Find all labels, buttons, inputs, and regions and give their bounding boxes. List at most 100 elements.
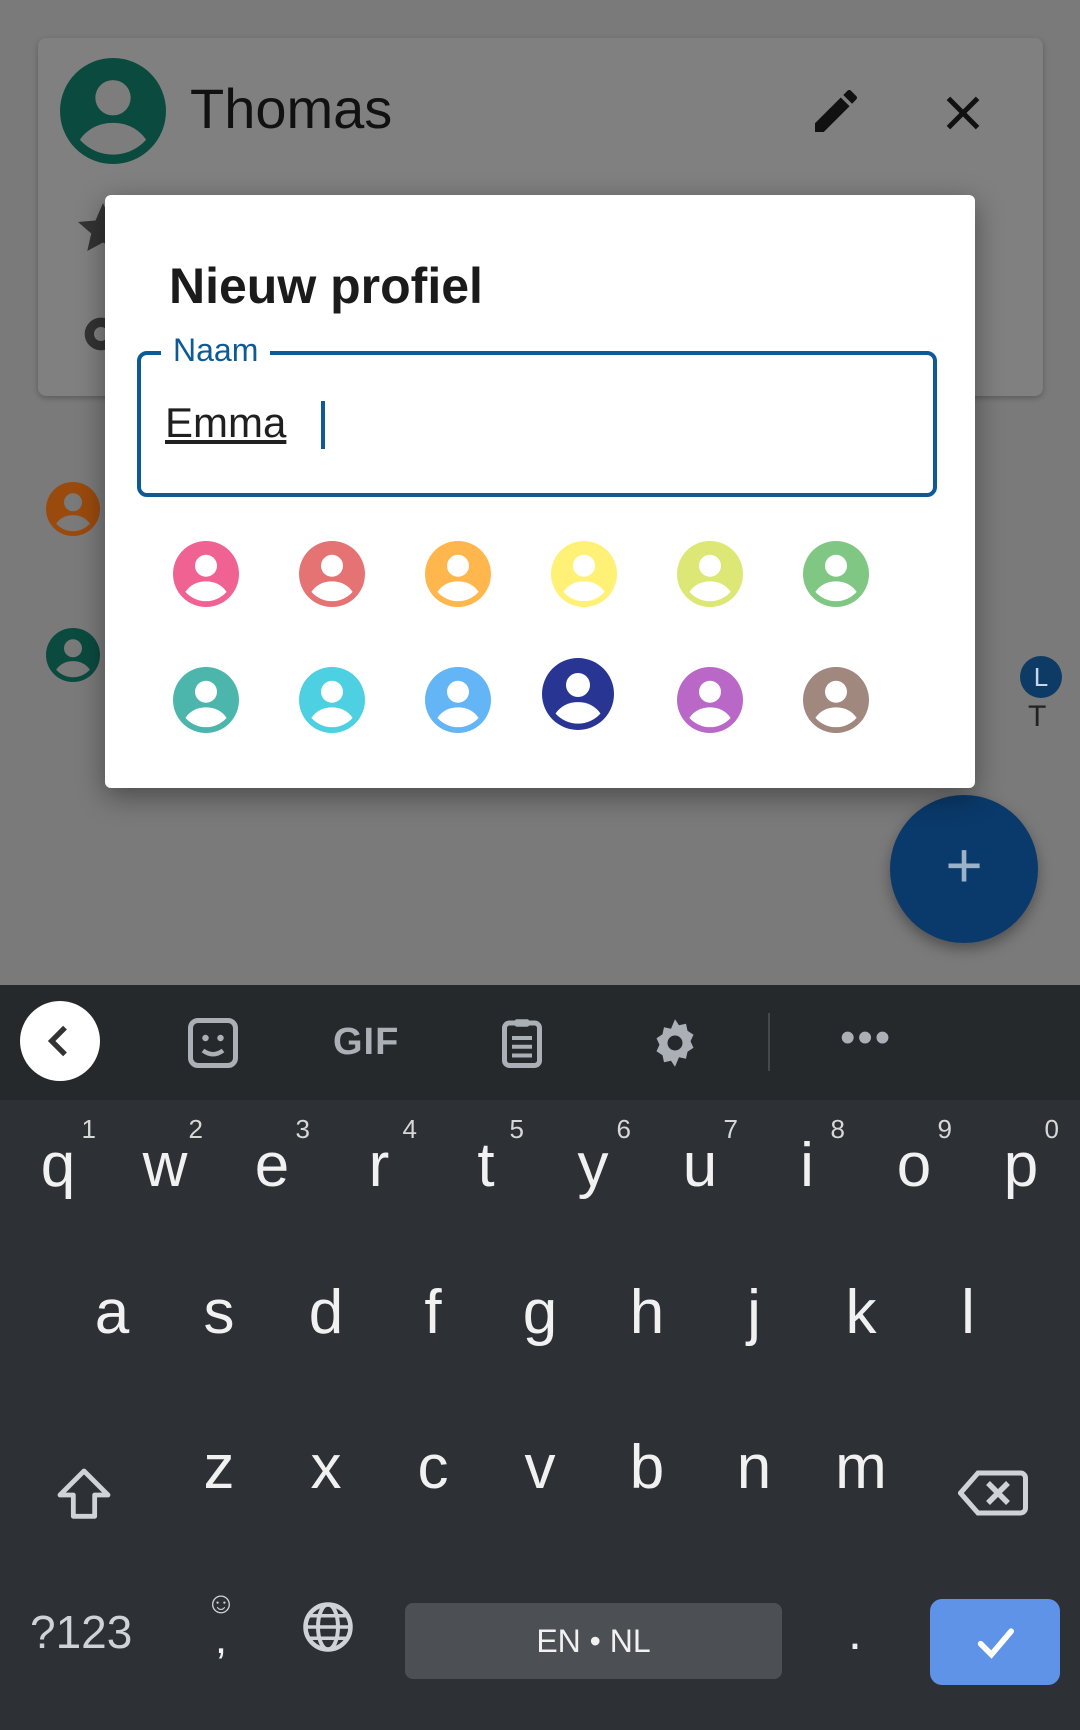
color-option-indigo-icon[interactable] bbox=[542, 658, 614, 730]
space-bar[interactable]: EN • NL bbox=[405, 1603, 782, 1679]
key-d[interactable]: d bbox=[276, 1255, 376, 1365]
key-b[interactable]: b bbox=[597, 1410, 697, 1520]
key-i[interactable]: i8 bbox=[757, 1108, 857, 1218]
color-option-brown-icon[interactable] bbox=[803, 667, 869, 733]
key-label: f bbox=[424, 1278, 442, 1347]
key-q[interactable]: q1 bbox=[8, 1108, 108, 1218]
color-option-red-icon[interactable] bbox=[299, 541, 365, 607]
key-label: b bbox=[629, 1433, 665, 1502]
key-r[interactable]: r4 bbox=[329, 1108, 429, 1218]
key-e[interactable]: e3 bbox=[222, 1108, 322, 1218]
key-label: a bbox=[94, 1278, 130, 1347]
key-hint: 9 bbox=[937, 1114, 952, 1144]
key-f[interactable]: f bbox=[383, 1255, 483, 1365]
key-label: m bbox=[835, 1433, 887, 1502]
backspace-icon[interactable] bbox=[958, 1465, 1028, 1521]
color-option-orange-icon[interactable] bbox=[425, 541, 491, 607]
checkmark-icon bbox=[977, 1628, 1014, 1659]
enter-button[interactable] bbox=[930, 1599, 1060, 1685]
key-h[interactable]: h bbox=[597, 1255, 697, 1365]
period-key[interactable]: . bbox=[848, 1603, 862, 1661]
key-o[interactable]: o9 bbox=[864, 1108, 964, 1218]
key-c[interactable]: c bbox=[383, 1410, 483, 1520]
key-label: n bbox=[736, 1433, 772, 1502]
key-hint: 3 bbox=[295, 1114, 310, 1144]
key-l[interactable]: l bbox=[918, 1255, 1018, 1365]
key-k[interactable]: k bbox=[811, 1255, 911, 1365]
profile-avatar-icon bbox=[60, 58, 166, 164]
key-m[interactable]: m bbox=[811, 1410, 911, 1520]
key-label: x bbox=[310, 1433, 342, 1502]
side-letter: T bbox=[1028, 700, 1047, 733]
comma-emoji-key[interactable]: ☺ , bbox=[196, 1589, 246, 1669]
more-options-button[interactable]: ••• bbox=[840, 1013, 892, 1063]
add-profile-button[interactable]: + bbox=[890, 795, 1038, 943]
globe-icon[interactable] bbox=[298, 1597, 358, 1657]
gif-button[interactable]: GIF bbox=[333, 1021, 399, 1064]
color-option-green-icon[interactable] bbox=[803, 541, 869, 607]
key-label: g bbox=[522, 1278, 558, 1347]
plus-icon: + bbox=[945, 829, 983, 901]
key-g[interactable]: g bbox=[490, 1255, 590, 1365]
sticker-icon[interactable] bbox=[183, 1013, 243, 1073]
dialog-title: Nieuw profiel bbox=[169, 258, 483, 314]
name-field-label: Naam bbox=[161, 332, 271, 369]
key-a[interactable]: a bbox=[62, 1255, 162, 1365]
key-label: c bbox=[417, 1433, 449, 1502]
key-j[interactable]: j bbox=[704, 1255, 804, 1365]
key-label: l bbox=[961, 1278, 975, 1347]
key-label: d bbox=[308, 1278, 344, 1347]
name-field[interactable]: Naam Emma bbox=[137, 332, 937, 497]
toolbar-divider bbox=[768, 1013, 770, 1071]
key-hint: 1 bbox=[81, 1114, 96, 1144]
color-picker bbox=[167, 535, 927, 755]
key-v[interactable]: v bbox=[490, 1410, 590, 1520]
profile-name: Thomas bbox=[190, 77, 393, 140]
key-label: s bbox=[203, 1278, 235, 1347]
color-option-purple-icon[interactable] bbox=[677, 667, 743, 733]
key-label: h bbox=[629, 1278, 665, 1347]
soft-keyboard: GIF ••• ?123 ☺ , EN • NL . q1w 2 e 3 r 4… bbox=[0, 985, 1080, 1730]
color-option-teal-icon[interactable] bbox=[173, 667, 239, 733]
chevron-left-icon bbox=[47, 1025, 67, 1057]
color-option-yellow-icon[interactable] bbox=[551, 541, 617, 607]
key-hint: 5 bbox=[509, 1114, 524, 1144]
clipboard-icon[interactable] bbox=[492, 1013, 552, 1073]
key-y[interactable]: y6 bbox=[543, 1108, 643, 1218]
key-p[interactable]: p0 bbox=[971, 1108, 1071, 1218]
list-profile-avatar-icon[interactable] bbox=[46, 482, 100, 536]
side-badge: L bbox=[1020, 656, 1062, 698]
list-profile-avatar-icon[interactable] bbox=[46, 628, 100, 682]
text-caret bbox=[321, 401, 325, 449]
new-profile-dialog: Nieuw profiel Naam Emma bbox=[105, 195, 975, 788]
key-label: v bbox=[524, 1433, 556, 1502]
color-option-blue-icon[interactable] bbox=[425, 667, 491, 733]
key-label: k bbox=[845, 1278, 877, 1347]
gear-icon[interactable] bbox=[645, 1013, 705, 1073]
key-z[interactable]: z bbox=[169, 1410, 269, 1520]
color-option-lime-icon[interactable] bbox=[677, 541, 743, 607]
key-hint: 6 bbox=[616, 1114, 631, 1144]
key-n[interactable]: n bbox=[704, 1410, 804, 1520]
key-w[interactable]: w2 bbox=[115, 1108, 215, 1218]
key-label: z bbox=[203, 1433, 235, 1502]
key-hint: 0 bbox=[1044, 1114, 1059, 1144]
edit-icon[interactable] bbox=[808, 83, 864, 139]
comma-label: , bbox=[214, 1614, 228, 1663]
key-s[interactable]: s bbox=[169, 1255, 269, 1365]
shift-icon[interactable] bbox=[52, 1463, 116, 1527]
symbols-key[interactable]: ?123 bbox=[30, 1605, 132, 1659]
key-x[interactable]: x bbox=[276, 1410, 376, 1520]
key-hint: 7 bbox=[723, 1114, 738, 1144]
keyboard-toolbar: GIF ••• bbox=[0, 985, 1080, 1100]
key-hint: 8 bbox=[830, 1114, 845, 1144]
close-icon[interactable] bbox=[938, 88, 988, 138]
color-option-cyan-icon[interactable] bbox=[299, 667, 365, 733]
key-hint: 4 bbox=[402, 1114, 417, 1144]
key-t[interactable]: t5 bbox=[436, 1108, 536, 1218]
name-field-value[interactable]: Emma bbox=[165, 399, 286, 447]
key-label: j bbox=[747, 1278, 761, 1347]
collapse-toolbar-button[interactable] bbox=[20, 1001, 100, 1081]
color-option-pink-icon[interactable] bbox=[173, 541, 239, 607]
key-u[interactable]: u7 bbox=[650, 1108, 750, 1218]
